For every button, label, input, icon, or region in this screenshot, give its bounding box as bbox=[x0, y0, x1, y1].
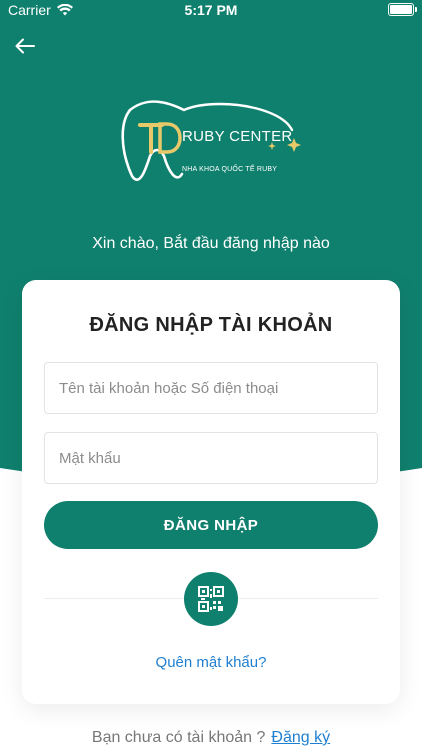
greeting-text: Xin chào, Bắt đầu đăng nhập nào bbox=[92, 235, 330, 252]
password-input[interactable] bbox=[44, 432, 378, 484]
arrow-left-icon bbox=[15, 38, 35, 54]
signup-prompt: Bạn chưa có tài khoản ? bbox=[91, 729, 266, 746]
ruby-center-logo: RUBY CENTER NHA KHOA QUỐC TẾ RUBY bbox=[110, 92, 310, 192]
logo-subtitle-text: NHA KHOA QUỐC TẾ RUBY bbox=[182, 166, 278, 173]
login-card: ĐĂNG NHẬP TÀI KHOẢN ĐĂNG NHẬP Quên mật k… bbox=[22, 280, 400, 704]
username-input[interactable] bbox=[44, 362, 378, 414]
battery-icon bbox=[388, 3, 417, 16]
signup-row: Bạn chưa có tài khoản ? Đăng ký bbox=[0, 729, 422, 747]
status-bar: Carrier 5:17 PM bbox=[0, 0, 422, 22]
qr-login-button[interactable] bbox=[184, 572, 238, 626]
signup-link[interactable]: Đăng ký bbox=[271, 729, 330, 746]
login-button[interactable]: ĐĂNG NHẬP bbox=[44, 501, 378, 549]
logo-brand-text: RUBY CENTER bbox=[182, 128, 293, 145]
login-title: ĐĂNG NHẬP TÀI KHOẢN bbox=[89, 314, 333, 336]
qr-code-icon bbox=[198, 586, 224, 612]
back-button[interactable] bbox=[12, 34, 38, 58]
status-time: 5:17 PM bbox=[184, 2, 238, 18]
forgot-password-link[interactable]: Quên mật khẩu? bbox=[22, 654, 400, 671]
